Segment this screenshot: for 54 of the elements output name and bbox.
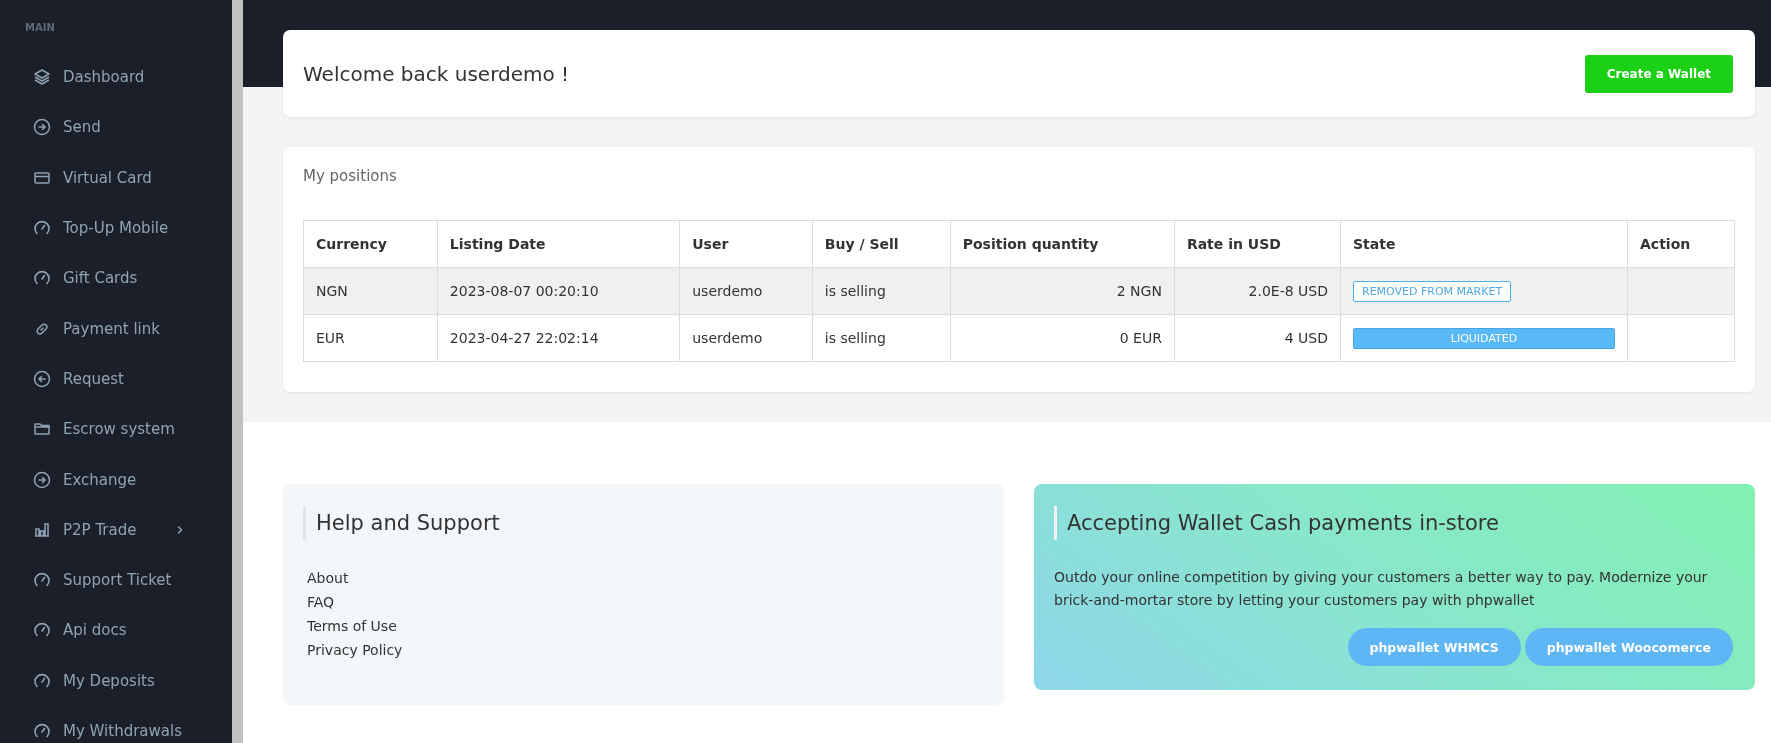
sidebar-item[interactable]: Support Ticket: [25, 554, 232, 606]
sidebar-item[interactable]: Top-Up Mobile: [25, 202, 232, 254]
footer-link[interactable]: FAQ: [307, 590, 984, 614]
table-cell: userdemo: [679, 314, 813, 362]
sidebar-item[interactable]: Payment link: [25, 303, 232, 354]
sidebar-item[interactable]: Exchange: [25, 454, 232, 505]
sidebar-item[interactable]: Gift Cards: [25, 253, 232, 304]
gauge-icon: [33, 722, 51, 740]
sidebar-item[interactable]: P2P Trade: [25, 504, 232, 555]
table-cell: is selling: [812, 267, 951, 315]
card-title: Help and Support: [303, 506, 984, 540]
table-cell: 0 EUR: [950, 314, 1175, 362]
section-label: MAIN: [25, 22, 56, 35]
column-header: Currency: [303, 220, 438, 268]
table-cell: 4 USD: [1174, 314, 1341, 362]
table-cell: EUR: [303, 314, 438, 362]
arrow-circle-icon: [33, 470, 51, 489]
sidebar-item[interactable]: Virtual Card: [25, 152, 232, 203]
welcome-title: Welcome back userdemo !: [303, 61, 570, 86]
footer-link[interactable]: About: [307, 566, 984, 590]
footer-link[interactable]: Terms of Use: [307, 614, 984, 638]
column-header: Position quantity: [950, 220, 1175, 268]
scrollbar[interactable]: [232, 0, 243, 743]
arrow-circle-icon: [33, 118, 51, 137]
sidebar-item[interactable]: Escrow system: [25, 404, 232, 455]
column-header: Listing Date: [437, 220, 680, 268]
sidebar-item[interactable]: Send: [25, 102, 232, 153]
gauge-icon: [33, 671, 51, 690]
column-header: User: [679, 220, 813, 268]
table-cell: is selling: [812, 314, 951, 362]
table-cell: userdemo: [679, 267, 813, 315]
layers-icon: [33, 68, 51, 87]
promo-text: Outdo your online competition by giving your customers a better way to pay. Modernize your brick-and-mortar store by letting your customers pay with phpwallet: [1054, 568, 1709, 610]
sidebar-item[interactable]: My Withdrawals: [25, 705, 232, 743]
bar-chart-icon: [33, 520, 51, 539]
sidebar-item[interactable]: Dashboard: [25, 52, 232, 103]
card-title: My positions: [303, 167, 398, 185]
sidebar-item[interactable]: Api docs: [25, 605, 232, 656]
status-badge: REMOVED FROM MARKET: [1353, 280, 1512, 302]
table-cell: 2023-08-07 00:20:10: [437, 267, 680, 315]
sidebar-item[interactable]: My Deposits: [25, 655, 232, 706]
table-cell: 2023-04-27 22:02:14: [437, 314, 680, 362]
column-header: Action: [1627, 220, 1735, 268]
arrow-circle-icon: [33, 369, 51, 388]
table-cell: 2.0E-8 USD: [1174, 267, 1341, 315]
sidebar-item[interactable]: Request: [25, 353, 232, 405]
status-badge: LIQUIDATED: [1353, 327, 1615, 349]
table-cell: NGN: [303, 267, 438, 315]
column-header: Rate in USD: [1174, 220, 1341, 268]
footer-link[interactable]: Privacy Policy: [307, 638, 984, 662]
column-header: Buy / Sell: [812, 220, 951, 268]
card-title: Accepting Wallet Cash payments in-store: [1054, 506, 1735, 540]
table-cell: 2 NGN: [950, 267, 1175, 315]
column-header: State: [1340, 220, 1628, 268]
